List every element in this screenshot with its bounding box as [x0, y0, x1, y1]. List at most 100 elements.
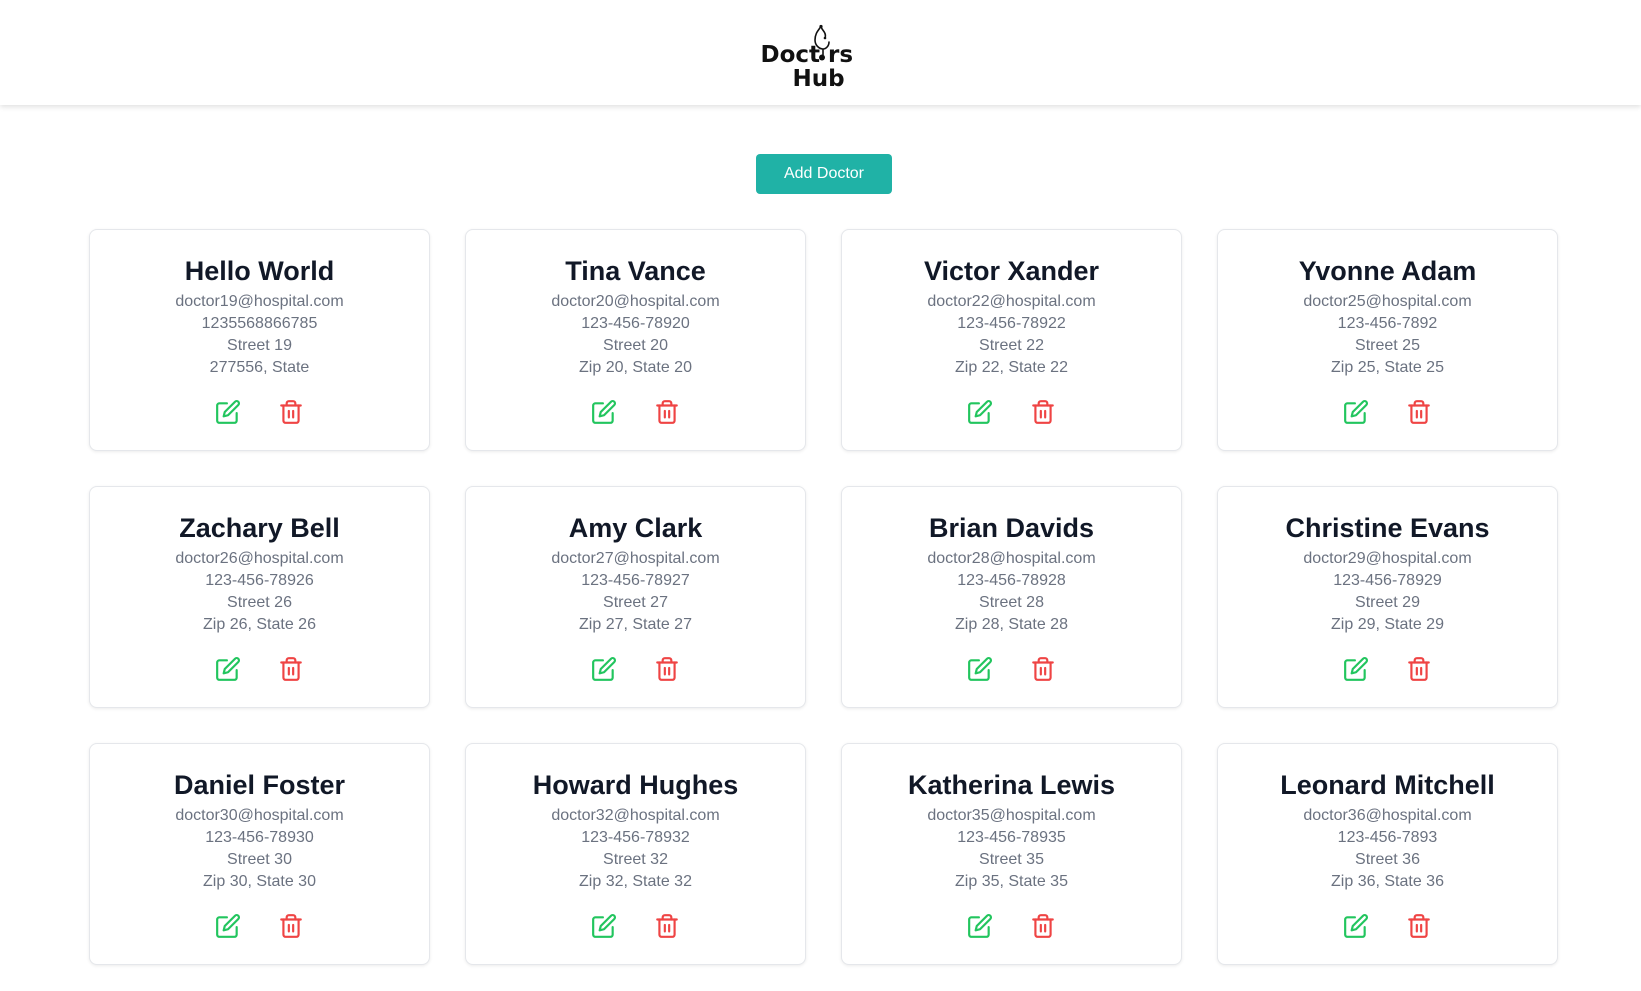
trash-icon: [280, 400, 302, 424]
doctor-location: Zip 29, State 29: [1331, 616, 1444, 633]
edit-button[interactable]: [591, 399, 617, 425]
delete-button[interactable]: [278, 913, 304, 939]
delete-button[interactable]: [654, 913, 680, 939]
card-actions: [842, 399, 1181, 425]
edit-icon: [216, 657, 240, 681]
edit-icon: [1344, 657, 1368, 681]
doctor-email: doctor29@hospital.com: [1303, 550, 1472, 567]
doctor-location: 277556, State: [209, 359, 310, 376]
delete-button[interactable]: [1030, 399, 1056, 425]
doctor-location: Zip 20, State 20: [579, 359, 692, 376]
doctor-card: Victor Xander doctor22@hospital.com 123-…: [841, 229, 1182, 451]
edit-icon: [968, 914, 992, 938]
doctor-street: Street 32: [603, 851, 668, 868]
delete-button[interactable]: [1406, 913, 1432, 939]
trash-icon: [1032, 400, 1054, 424]
trash-icon: [656, 914, 678, 938]
doctor-email: doctor36@hospital.com: [1303, 807, 1472, 824]
doctor-email: doctor32@hospital.com: [551, 807, 720, 824]
edit-icon: [968, 657, 992, 681]
doctor-street: Street 20: [603, 337, 668, 354]
doctor-card: Hello World doctor19@hospital.com 123556…: [89, 229, 430, 451]
doctor-name: Leonard Mitchell: [1280, 770, 1495, 800]
edit-button[interactable]: [215, 656, 241, 682]
card-actions: [90, 913, 429, 939]
doctor-name: Hello World: [184, 256, 335, 286]
doctor-phone: 123-456-78927: [581, 572, 690, 589]
doctor-phone: 123-456-78935: [957, 829, 1066, 846]
doctor-street: Street 19: [227, 337, 292, 354]
delete-button[interactable]: [654, 399, 680, 425]
doctor-street: Street 36: [1355, 851, 1420, 868]
doctor-phone: 123-456-7893: [1337, 829, 1438, 846]
doctor-card: Brian Davids doctor28@hospital.com 123-4…: [841, 486, 1182, 708]
edit-icon: [216, 400, 240, 424]
delete-button[interactable]: [1406, 399, 1432, 425]
doctor-location: Zip 27, State 27: [579, 616, 692, 633]
delete-button[interactable]: [278, 399, 304, 425]
card-actions: [1218, 656, 1557, 682]
delete-button[interactable]: [654, 656, 680, 682]
edit-button[interactable]: [215, 399, 241, 425]
edit-icon: [592, 657, 616, 681]
doctor-phone: 123-456-78926: [205, 572, 314, 589]
edit-button[interactable]: [591, 913, 617, 939]
edit-icon: [1344, 400, 1368, 424]
card-actions: [466, 399, 805, 425]
doctor-email: doctor20@hospital.com: [551, 293, 720, 310]
edit-button[interactable]: [1343, 913, 1369, 939]
delete-button[interactable]: [1030, 656, 1056, 682]
doctor-phone: 123-456-78930: [205, 829, 314, 846]
doctor-name: Victor Xander: [923, 256, 1100, 286]
doctor-phone: 123-456-78922: [957, 315, 1066, 332]
doctor-street: Street 28: [979, 594, 1044, 611]
delete-button[interactable]: [278, 656, 304, 682]
doctor-email: doctor30@hospital.com: [175, 807, 344, 824]
card-actions: [466, 913, 805, 939]
edit-button[interactable]: [591, 656, 617, 682]
edit-button[interactable]: [967, 399, 993, 425]
edit-icon: [1344, 914, 1368, 938]
add-doctor-button[interactable]: Add Doctor: [756, 154, 892, 194]
doctor-name: Howard Hughes: [532, 770, 739, 800]
doctor-location: Zip 28, State 28: [955, 616, 1068, 633]
card-actions: [1218, 913, 1557, 939]
doctor-card: Leonard Mitchell doctor36@hospital.com 1…: [1217, 743, 1558, 965]
trash-icon: [1032, 657, 1054, 681]
doctor-card: Yvonne Adam doctor25@hospital.com 123-45…: [1217, 229, 1558, 451]
edit-button[interactable]: [1343, 399, 1369, 425]
doctor-phone: 123-456-7892: [1337, 315, 1438, 332]
doctor-street: Street 30: [227, 851, 292, 868]
doctor-name: Brian Davids: [928, 513, 1095, 543]
doctor-location: Zip 25, State 25: [1331, 359, 1444, 376]
trash-icon: [1408, 657, 1430, 681]
doctor-email: doctor35@hospital.com: [927, 807, 1096, 824]
doctor-card: Zachary Bell doctor26@hospital.com 123-4…: [89, 486, 430, 708]
edit-button[interactable]: [967, 656, 993, 682]
doctor-location: Zip 32, State 32: [579, 873, 692, 890]
doctor-location: Zip 26, State 26: [203, 616, 316, 633]
doctor-card: Katherina Lewis doctor35@hospital.com 12…: [841, 743, 1182, 965]
trash-icon: [1408, 400, 1430, 424]
doctor-phone: 123-456-78932: [581, 829, 690, 846]
edit-button[interactable]: [215, 913, 241, 939]
doctor-email: doctor28@hospital.com: [927, 550, 1096, 567]
card-actions: [90, 399, 429, 425]
edit-button[interactable]: [1343, 656, 1369, 682]
doctor-name: Daniel Foster: [173, 770, 346, 800]
trash-icon: [656, 657, 678, 681]
doctor-street: Street 29: [1355, 594, 1420, 611]
edit-icon: [592, 400, 616, 424]
brand-logo[interactable]: Doct rs Hub: [757, 16, 867, 90]
doctor-email: doctor25@hospital.com: [1303, 293, 1472, 310]
delete-button[interactable]: [1406, 656, 1432, 682]
delete-button[interactable]: [1030, 913, 1056, 939]
doctor-street: Street 27: [603, 594, 668, 611]
doctor-phone: 123-456-78928: [957, 572, 1066, 589]
doctor-phone: 123-456-78929: [1333, 572, 1442, 589]
brand-logo-line1: Doct rs: [760, 41, 854, 68]
doctor-street: Street 25: [1355, 337, 1420, 354]
top-navbar: Doct rs Hub: [0, 0, 1641, 105]
edit-button[interactable]: [967, 913, 993, 939]
trash-icon: [1408, 914, 1430, 938]
